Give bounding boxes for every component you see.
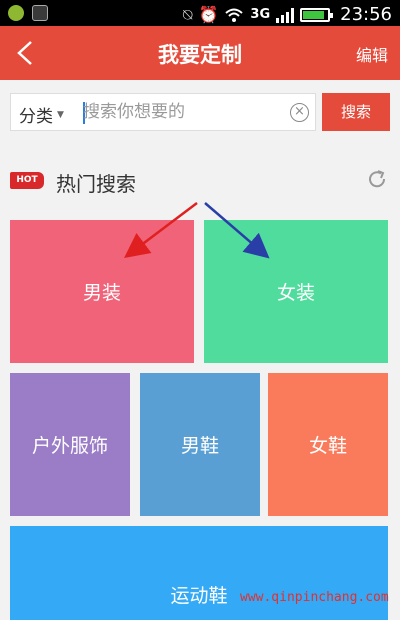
clear-icon[interactable]: ×: [290, 103, 309, 122]
edit-button[interactable]: 编辑: [356, 42, 388, 66]
page-title: 我要定制: [158, 43, 242, 67]
hot-badge: HOT: [10, 172, 44, 189]
tile-label: 户外服饰: [31, 435, 108, 457]
tile-outdoor-apparel[interactable]: 户外服饰: [10, 373, 130, 516]
tile-womens-clothing[interactable]: 女装: [204, 220, 388, 363]
app-notification-icon: [8, 5, 24, 21]
search-box: 分类 ▼ ×: [10, 93, 316, 131]
search-row: 分类 ▼ × 搜索: [0, 80, 400, 144]
category-dropdown[interactable]: 分类 ▼: [19, 102, 64, 127]
search-input[interactable]: [83, 98, 288, 126]
tile-womens-shoes[interactable]: 女鞋: [268, 373, 388, 516]
wifi-icon: [225, 8, 244, 22]
hot-search-label: 热门搜索: [56, 172, 136, 196]
tile-sports-shoes[interactable]: 运动鞋: [10, 526, 388, 620]
category-label: 分类: [19, 107, 53, 127]
tile-label: 运动鞋: [170, 585, 228, 607]
title-bar: 我要定制 编辑: [0, 26, 400, 80]
tile-label: 女鞋: [308, 435, 347, 457]
tile-mens-clothing[interactable]: 男装: [10, 220, 194, 363]
signal-icon: [276, 7, 295, 23]
refresh-icon[interactable]: [366, 168, 388, 190]
battery-icon: [300, 7, 334, 22]
status-bar: ⍉ ⏰ 3G 23:56: [0, 0, 400, 26]
watermark: www.qinpinchang.com: [240, 590, 389, 605]
image-notification-icon: [32, 5, 48, 21]
status-time: 23:56: [340, 4, 392, 25]
network-type: 3G: [250, 7, 271, 22]
tile-label: 女装: [276, 282, 315, 304]
hot-search-header: HOT 热门搜索: [0, 160, 400, 200]
tile-label: 男鞋: [180, 435, 219, 457]
search-button[interactable]: 搜索: [322, 93, 390, 131]
caret-down-icon: ▼: [57, 109, 64, 120]
mute-icon: ⍉: [182, 4, 193, 24]
tile-label: 男装: [82, 282, 121, 304]
tile-mens-shoes[interactable]: 男鞋: [140, 373, 260, 516]
alarm-icon: ⏰: [198, 5, 219, 24]
